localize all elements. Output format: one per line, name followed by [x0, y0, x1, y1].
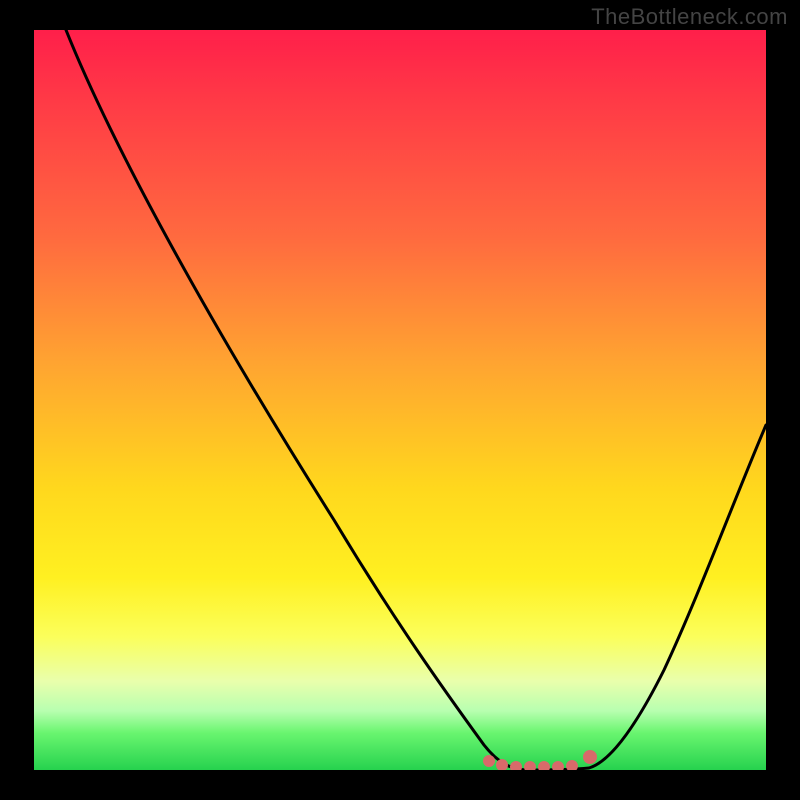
watermark-text: TheBottleneck.com: [591, 4, 788, 30]
bottleneck-curve: [66, 30, 766, 770]
marker-dot: [510, 761, 522, 770]
marker-strip: [483, 750, 597, 770]
marker-dot: [483, 755, 495, 767]
curve-overlay: [34, 30, 766, 770]
marker-dot: [552, 761, 564, 770]
chart-frame: TheBottleneck.com: [0, 0, 800, 800]
plot-area: [34, 30, 766, 770]
marker-dot: [524, 761, 536, 770]
marker-dot: [566, 760, 578, 770]
marker-dot: [538, 761, 550, 770]
marker-dot-end: [583, 750, 597, 764]
